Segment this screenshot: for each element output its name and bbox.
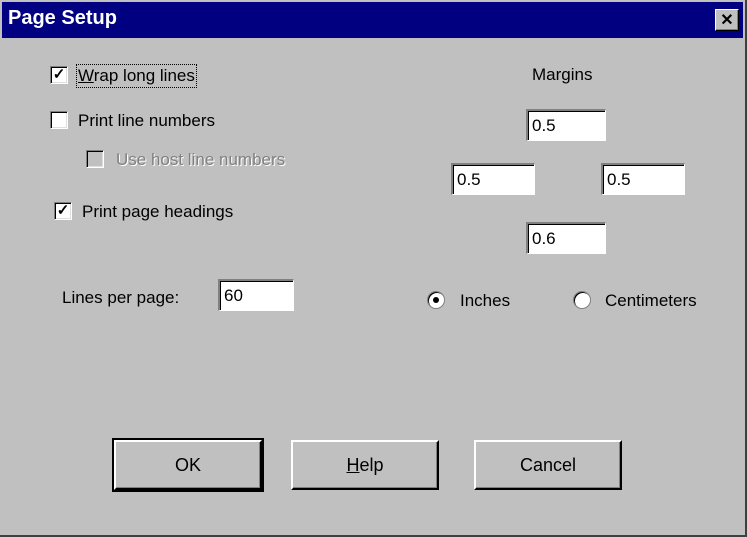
print-line-numbers-checkbox[interactable] [50,111,68,129]
page-setup-dialog: Page Setup ✕ ✓ Wrap long lines Print lin… [0,0,747,537]
centimeters-radio[interactable] [573,291,591,309]
margin-bottom-input[interactable]: 0.6 [526,222,606,254]
use-host-line-numbers-checkbox[interactable] [86,150,104,168]
print-line-numbers-label[interactable]: Print line numbers [78,111,215,131]
margin-left-input[interactable]: 0.5 [451,163,535,195]
lines-per-page-label: Lines per page: [62,288,180,307]
print-page-headings-checkbox[interactable]: ✓ [54,202,72,220]
centimeters-label[interactable]: Centimeters [605,291,697,311]
close-button[interactable]: ✕ [715,9,739,31]
close-icon: ✕ [720,12,734,29]
cancel-button[interactable]: Cancel [474,440,622,490]
checkmark-icon: ✓ [56,202,70,219]
margins-label: Margins [532,65,593,84]
margin-right-input[interactable]: 0.5 [601,163,685,195]
margin-top-input[interactable]: 0.5 [526,109,606,141]
radio-selected-dot-icon [433,297,439,303]
inches-radio[interactable] [427,291,445,309]
help-button[interactable]: Help [291,440,439,490]
title-bar: Page Setup ✕ [2,2,743,38]
ok-button[interactable]: OK [112,438,264,492]
wrap-long-lines-checkbox[interactable]: ✓ [50,66,68,84]
use-host-line-numbers-label[interactable]: Use host line numbers [116,150,285,170]
dialog-title: Page Setup [8,7,117,29]
wrap-long-lines-label[interactable]: Wrap long lines [76,64,197,88]
checkmark-icon: ✓ [52,66,66,83]
print-page-headings-label[interactable]: Print page headings [82,202,233,222]
lines-per-page-input[interactable]: 60 [218,279,294,311]
inches-label[interactable]: Inches [460,291,510,311]
